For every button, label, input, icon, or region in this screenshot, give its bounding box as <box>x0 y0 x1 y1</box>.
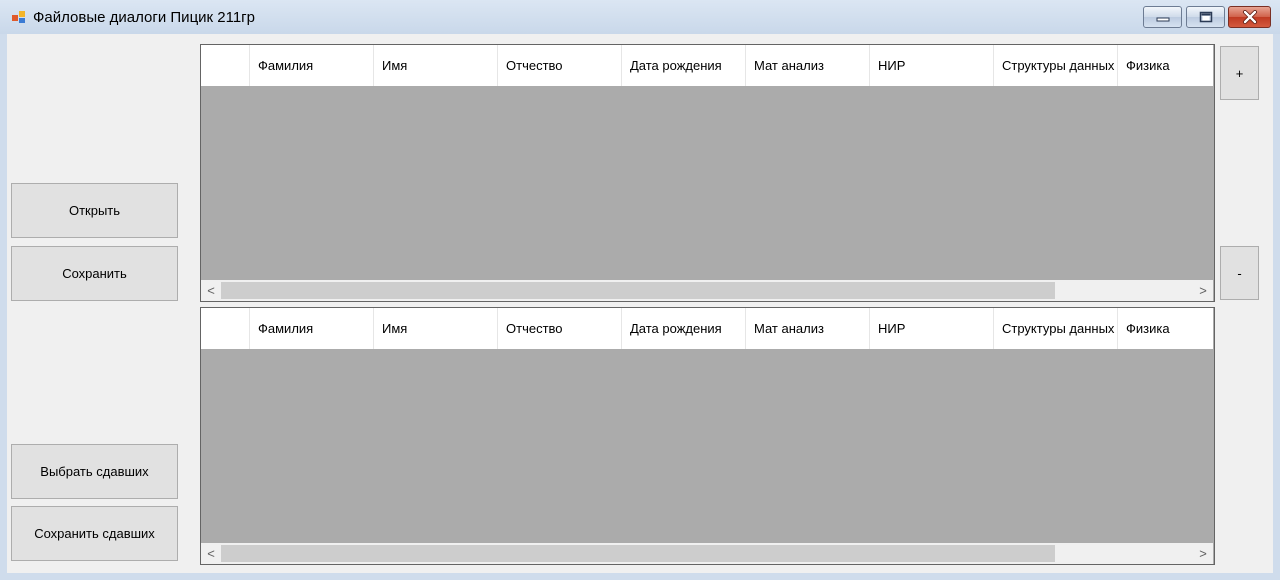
window-title: Файловые диалоги Пицик 211гр <box>33 9 255 26</box>
scroll-thumb[interactable] <box>221 545 1055 562</box>
column-header[interactable]: Фамилия <box>250 308 374 349</box>
row-header-corner[interactable] <box>201 308 250 349</box>
top-grid-header: Фамилия Имя Отчество Дата рождения Мат а… <box>201 45 1213 86</box>
app-window: Файловые диалоги Пицик 211гр Открыть Сох… <box>0 0 1280 580</box>
column-header[interactable]: Отчество <box>498 45 622 86</box>
column-header[interactable]: Физика <box>1118 308 1213 349</box>
column-header[interactable]: Отчество <box>498 308 622 349</box>
remove-row-button[interactable]: - <box>1220 246 1259 300</box>
column-header[interactable]: НИР <box>870 45 994 86</box>
column-header[interactable]: Имя <box>374 308 498 349</box>
scroll-right-icon[interactable]: > <box>1193 543 1213 564</box>
scroll-left-icon[interactable]: < <box>201 543 221 564</box>
column-header[interactable]: Мат анализ <box>746 45 870 86</box>
scroll-left-icon[interactable]: < <box>201 280 221 301</box>
add-row-button[interactable]: + <box>1220 46 1259 100</box>
column-header[interactable]: НИР <box>870 308 994 349</box>
bottom-horizontal-scrollbar[interactable]: < > <box>201 543 1213 564</box>
row-header-corner[interactable] <box>201 45 250 86</box>
maximize-icon <box>1199 11 1212 23</box>
scroll-right-icon[interactable]: > <box>1193 280 1213 301</box>
close-icon <box>1242 10 1257 24</box>
column-header[interactable]: Структуры данных <box>994 45 1118 86</box>
column-header[interactable]: Мат анализ <box>746 308 870 349</box>
app-icon <box>12 11 25 23</box>
column-header[interactable]: Структуры данных <box>994 308 1118 349</box>
top-data-grid[interactable]: Фамилия Имя Отчество Дата рождения Мат а… <box>200 44 1215 302</box>
form-client-area: Открыть Сохранить Выбрать сдавших Сохран… <box>7 34 1273 573</box>
minimize-button[interactable] <box>1143 6 1182 28</box>
close-button[interactable] <box>1228 6 1271 28</box>
column-header[interactable]: Имя <box>374 45 498 86</box>
top-horizontal-scrollbar[interactable]: < > <box>201 280 1213 301</box>
bottom-grid-header: Фамилия Имя Отчество Дата рождения Мат а… <box>201 308 1213 349</box>
maximize-button[interactable] <box>1186 6 1225 28</box>
save-passed-button[interactable]: Сохранить сдавших <box>11 506 178 561</box>
open-button[interactable]: Открыть <box>11 183 178 238</box>
bottom-data-grid[interactable]: Фамилия Имя Отчество Дата рождения Мат а… <box>200 307 1215 565</box>
title-bar[interactable]: Файловые диалоги Пицик 211гр <box>0 0 1280 34</box>
column-header[interactable]: Фамилия <box>250 45 374 86</box>
scroll-thumb[interactable] <box>221 282 1055 299</box>
column-header[interactable]: Физика <box>1118 45 1213 86</box>
minimize-icon <box>1156 17 1169 22</box>
column-header[interactable]: Дата рождения <box>622 308 746 349</box>
save-button[interactable]: Сохранить <box>11 246 178 301</box>
select-passed-button[interactable]: Выбрать сдавших <box>11 444 178 499</box>
column-header[interactable]: Дата рождения <box>622 45 746 86</box>
